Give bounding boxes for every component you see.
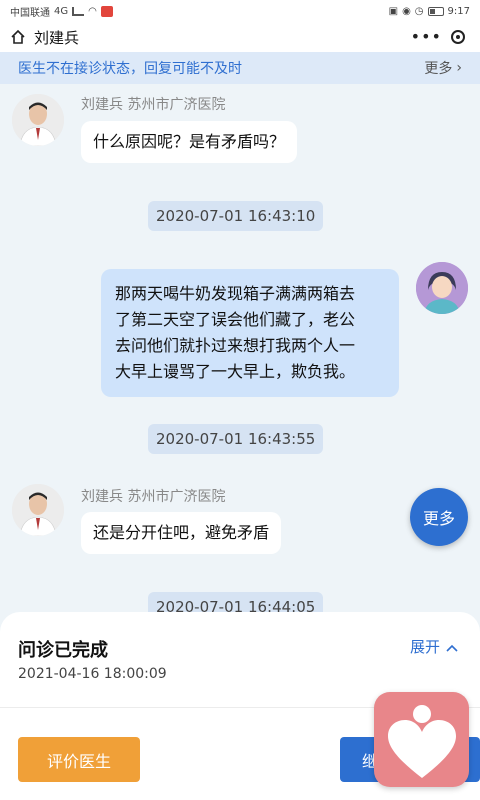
chevron-up-icon <box>446 638 458 656</box>
notice-more-label: 更多 <box>424 61 453 77</box>
user-message-line: 那两天喝牛奶发现箱子满满两箱去 <box>115 284 356 303</box>
user-message-line: 大早上谩骂了一大早上，欺负我。 <box>115 362 356 381</box>
close-program-icon[interactable] <box>451 30 466 44</box>
sender-name: 刘建兵 苏州市广济医院 <box>81 97 226 113</box>
sender-name: 刘建兵 苏州市广济医院 <box>81 489 226 505</box>
notice-more-link[interactable]: 更多 › <box>424 58 462 78</box>
more-menu-icon[interactable]: ••• <box>411 29 442 45</box>
clock-time: 9:17 <box>447 5 470 17</box>
alarm-icon: ◷ <box>414 5 424 17</box>
message-timestamp: 2020-07-01 16:44:05 <box>148 592 324 614</box>
doctor-status-notice: 医生不在接诊状态，回复可能不及时 更多 › <box>0 52 480 84</box>
expand-label: 展开 <box>409 638 440 656</box>
user-avatar[interactable] <box>416 262 468 314</box>
signal-icon <box>72 6 85 16</box>
page-title: 刘建兵 <box>34 28 80 47</box>
wifi-icon: ◠ <box>88 5 97 17</box>
notice-text: 医生不在接诊状态，回复可能不及时 <box>18 61 242 77</box>
doctor-avatar[interactable] <box>12 484 64 536</box>
heart-widget-button[interactable] <box>374 692 469 787</box>
home-icon[interactable] <box>10 29 26 45</box>
evaluate-doctor-button[interactable]: 评价医生 <box>18 737 140 782</box>
user-message-line: 去问他们就扑过来想打我两个人一 <box>115 336 356 355</box>
message-timestamp: 2020-07-01 16:43:55 <box>148 424 324 454</box>
battery-icon <box>427 6 444 16</box>
expand-button[interactable]: 展开 <box>410 636 458 657</box>
eye-icon: ◉ <box>402 5 411 17</box>
message-timestamp: 2020-07-01 16:43:10 <box>148 201 324 231</box>
chat-area[interactable]: 刘建兵 苏州市广济医院 什么原因呢？是有矛盾吗？ 2020-07-01 16:4… <box>0 84 480 614</box>
carrier-label: 中国联通 <box>10 7 50 19</box>
user-message-line: 了第二天空了误会他们藏了，老公 <box>115 310 356 329</box>
doctor-message-bubble: 什么原因呢？是有矛盾吗？ <box>81 121 298 163</box>
app-badge-icon <box>100 5 113 17</box>
nfc-icon: ▣ <box>388 5 399 17</box>
consultation-datetime: 2021-04-16 18:00:09 <box>18 666 167 682</box>
network-label: 4G <box>54 5 69 17</box>
nav-bar: 刘建兵 ••• <box>0 22 480 52</box>
consultation-status: 问诊已完成 <box>18 640 108 661</box>
doctor-message-bubble: 还是分开住吧，避免矛盾 <box>81 512 282 554</box>
user-message-bubble: 那两天喝牛奶发现箱子满满两箱去 了第二天空了误会他们藏了，老公 去问他们就扑过来… <box>101 269 399 397</box>
status-bar: 中国联通 4G ◠ ▣ ◉ ◷ 9:17 <box>0 0 480 22</box>
more-fab-button[interactable]: 更多 <box>410 488 468 546</box>
mini-program-capsule: ••• <box>406 24 470 50</box>
chevron-right-icon: › <box>456 60 462 76</box>
doctor-avatar[interactable] <box>12 94 64 146</box>
heart-icon <box>388 705 456 778</box>
